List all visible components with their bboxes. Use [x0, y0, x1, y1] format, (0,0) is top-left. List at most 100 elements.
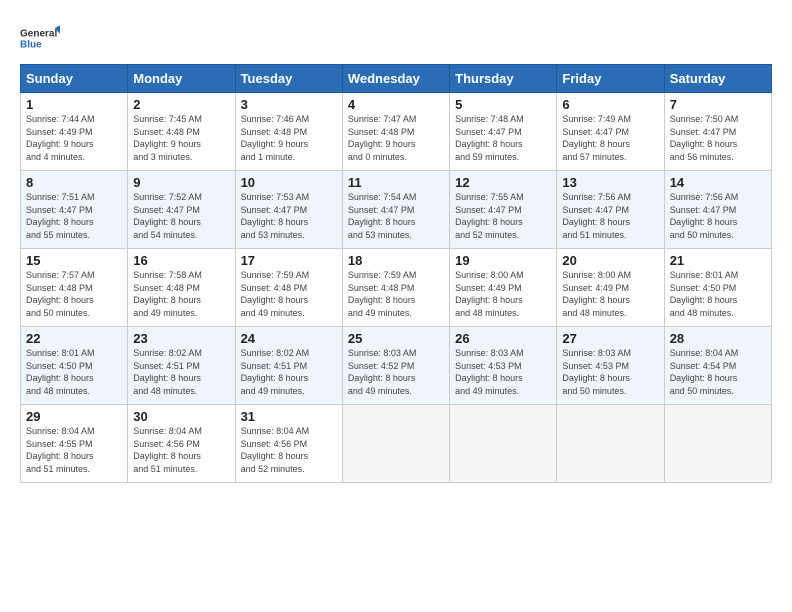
day-info: Sunrise: 8:02 AM Sunset: 4:51 PM Dayligh…: [133, 347, 229, 397]
calendar-cell: [450, 405, 557, 483]
calendar-cell: 31Sunrise: 8:04 AM Sunset: 4:56 PM Dayli…: [235, 405, 342, 483]
header: General Blue: [20, 18, 772, 58]
calendar-cell: 4Sunrise: 7:47 AM Sunset: 4:48 PM Daylig…: [342, 93, 449, 171]
day-info: Sunrise: 7:47 AM Sunset: 4:48 PM Dayligh…: [348, 113, 444, 163]
day-info: Sunrise: 7:48 AM Sunset: 4:47 PM Dayligh…: [455, 113, 551, 163]
day-number: 28: [670, 331, 766, 346]
weekday-header: Thursday: [450, 65, 557, 93]
day-number: 22: [26, 331, 122, 346]
day-info: Sunrise: 7:53 AM Sunset: 4:47 PM Dayligh…: [241, 191, 337, 241]
calendar-cell: 16Sunrise: 7:58 AM Sunset: 4:48 PM Dayli…: [128, 249, 235, 327]
day-info: Sunrise: 7:59 AM Sunset: 4:48 PM Dayligh…: [241, 269, 337, 319]
day-number: 30: [133, 409, 229, 424]
calendar-cell: 12Sunrise: 7:55 AM Sunset: 4:47 PM Dayli…: [450, 171, 557, 249]
day-info: Sunrise: 7:54 AM Sunset: 4:47 PM Dayligh…: [348, 191, 444, 241]
day-info: Sunrise: 7:56 AM Sunset: 4:47 PM Dayligh…: [670, 191, 766, 241]
calendar-cell: [557, 405, 664, 483]
svg-text:General: General: [20, 29, 57, 40]
day-number: 15: [26, 253, 122, 268]
day-info: Sunrise: 8:03 AM Sunset: 4:53 PM Dayligh…: [562, 347, 658, 397]
day-number: 9: [133, 175, 229, 190]
day-number: 25: [348, 331, 444, 346]
calendar-cell: 6Sunrise: 7:49 AM Sunset: 4:47 PM Daylig…: [557, 93, 664, 171]
day-number: 14: [670, 175, 766, 190]
day-info: Sunrise: 7:44 AM Sunset: 4:49 PM Dayligh…: [26, 113, 122, 163]
day-info: Sunrise: 8:00 AM Sunset: 4:49 PM Dayligh…: [562, 269, 658, 319]
day-number: 27: [562, 331, 658, 346]
day-number: 6: [562, 97, 658, 112]
day-number: 3: [241, 97, 337, 112]
day-number: 16: [133, 253, 229, 268]
calendar-week-row: 29Sunrise: 8:04 AM Sunset: 4:55 PM Dayli…: [21, 405, 772, 483]
day-info: Sunrise: 8:00 AM Sunset: 4:49 PM Dayligh…: [455, 269, 551, 319]
weekday-header: Saturday: [664, 65, 771, 93]
day-info: Sunrise: 8:02 AM Sunset: 4:51 PM Dayligh…: [241, 347, 337, 397]
calendar-cell: 23Sunrise: 8:02 AM Sunset: 4:51 PM Dayli…: [128, 327, 235, 405]
calendar-cell: 13Sunrise: 7:56 AM Sunset: 4:47 PM Dayli…: [557, 171, 664, 249]
day-number: 7: [670, 97, 766, 112]
day-number: 20: [562, 253, 658, 268]
calendar-table: SundayMondayTuesdayWednesdayThursdayFrid…: [20, 64, 772, 483]
weekday-header: Wednesday: [342, 65, 449, 93]
day-number: 29: [26, 409, 122, 424]
calendar-cell: 1Sunrise: 7:44 AM Sunset: 4:49 PM Daylig…: [21, 93, 128, 171]
day-info: Sunrise: 7:51 AM Sunset: 4:47 PM Dayligh…: [26, 191, 122, 241]
calendar-cell: 10Sunrise: 7:53 AM Sunset: 4:47 PM Dayli…: [235, 171, 342, 249]
day-number: 2: [133, 97, 229, 112]
weekday-header: Friday: [557, 65, 664, 93]
calendar-cell: 9Sunrise: 7:52 AM Sunset: 4:47 PM Daylig…: [128, 171, 235, 249]
calendar-cell: 20Sunrise: 8:00 AM Sunset: 4:49 PM Dayli…: [557, 249, 664, 327]
calendar-cell: 7Sunrise: 7:50 AM Sunset: 4:47 PM Daylig…: [664, 93, 771, 171]
day-number: 17: [241, 253, 337, 268]
calendar-cell: 27Sunrise: 8:03 AM Sunset: 4:53 PM Dayli…: [557, 327, 664, 405]
day-number: 13: [562, 175, 658, 190]
calendar-cell: 8Sunrise: 7:51 AM Sunset: 4:47 PM Daylig…: [21, 171, 128, 249]
day-info: Sunrise: 7:49 AM Sunset: 4:47 PM Dayligh…: [562, 113, 658, 163]
day-info: Sunrise: 7:50 AM Sunset: 4:47 PM Dayligh…: [670, 113, 766, 163]
day-info: Sunrise: 7:59 AM Sunset: 4:48 PM Dayligh…: [348, 269, 444, 319]
day-number: 5: [455, 97, 551, 112]
day-info: Sunrise: 8:04 AM Sunset: 4:54 PM Dayligh…: [670, 347, 766, 397]
day-info: Sunrise: 7:56 AM Sunset: 4:47 PM Dayligh…: [562, 191, 658, 241]
weekday-header-row: SundayMondayTuesdayWednesdayThursdayFrid…: [21, 65, 772, 93]
logo: General Blue: [20, 18, 60, 58]
calendar-cell: 2Sunrise: 7:45 AM Sunset: 4:48 PM Daylig…: [128, 93, 235, 171]
calendar-cell: 3Sunrise: 7:46 AM Sunset: 4:48 PM Daylig…: [235, 93, 342, 171]
day-number: 24: [241, 331, 337, 346]
calendar-cell: [342, 405, 449, 483]
calendar-cell: 17Sunrise: 7:59 AM Sunset: 4:48 PM Dayli…: [235, 249, 342, 327]
day-number: 26: [455, 331, 551, 346]
calendar-cell: 19Sunrise: 8:00 AM Sunset: 4:49 PM Dayli…: [450, 249, 557, 327]
calendar-cell: 14Sunrise: 7:56 AM Sunset: 4:47 PM Dayli…: [664, 171, 771, 249]
calendar-week-row: 1Sunrise: 7:44 AM Sunset: 4:49 PM Daylig…: [21, 93, 772, 171]
day-number: 8: [26, 175, 122, 190]
day-info: Sunrise: 8:04 AM Sunset: 4:56 PM Dayligh…: [133, 425, 229, 475]
day-number: 1: [26, 97, 122, 112]
calendar-cell: 11Sunrise: 7:54 AM Sunset: 4:47 PM Dayli…: [342, 171, 449, 249]
main-container: General Blue SundayMondayTuesdayWednesda…: [0, 0, 792, 493]
calendar-cell: 28Sunrise: 8:04 AM Sunset: 4:54 PM Dayli…: [664, 327, 771, 405]
calendar-week-row: 8Sunrise: 7:51 AM Sunset: 4:47 PM Daylig…: [21, 171, 772, 249]
calendar-cell: 24Sunrise: 8:02 AM Sunset: 4:51 PM Dayli…: [235, 327, 342, 405]
day-info: Sunrise: 8:04 AM Sunset: 4:55 PM Dayligh…: [26, 425, 122, 475]
calendar-cell: 15Sunrise: 7:57 AM Sunset: 4:48 PM Dayli…: [21, 249, 128, 327]
logo-svg: General Blue: [20, 18, 60, 58]
calendar-cell: 22Sunrise: 8:01 AM Sunset: 4:50 PM Dayli…: [21, 327, 128, 405]
calendar-cell: 21Sunrise: 8:01 AM Sunset: 4:50 PM Dayli…: [664, 249, 771, 327]
day-info: Sunrise: 7:46 AM Sunset: 4:48 PM Dayligh…: [241, 113, 337, 163]
calendar-cell: 25Sunrise: 8:03 AM Sunset: 4:52 PM Dayli…: [342, 327, 449, 405]
calendar-cell: 29Sunrise: 8:04 AM Sunset: 4:55 PM Dayli…: [21, 405, 128, 483]
day-info: Sunrise: 8:01 AM Sunset: 4:50 PM Dayligh…: [26, 347, 122, 397]
calendar-week-row: 22Sunrise: 8:01 AM Sunset: 4:50 PM Dayli…: [21, 327, 772, 405]
day-info: Sunrise: 7:45 AM Sunset: 4:48 PM Dayligh…: [133, 113, 229, 163]
day-info: Sunrise: 7:52 AM Sunset: 4:47 PM Dayligh…: [133, 191, 229, 241]
day-number: 23: [133, 331, 229, 346]
day-number: 4: [348, 97, 444, 112]
day-number: 10: [241, 175, 337, 190]
day-info: Sunrise: 7:58 AM Sunset: 4:48 PM Dayligh…: [133, 269, 229, 319]
calendar-cell: 18Sunrise: 7:59 AM Sunset: 4:48 PM Dayli…: [342, 249, 449, 327]
calendar-cell: [664, 405, 771, 483]
day-info: Sunrise: 8:04 AM Sunset: 4:56 PM Dayligh…: [241, 425, 337, 475]
weekday-header: Tuesday: [235, 65, 342, 93]
weekday-header: Sunday: [21, 65, 128, 93]
